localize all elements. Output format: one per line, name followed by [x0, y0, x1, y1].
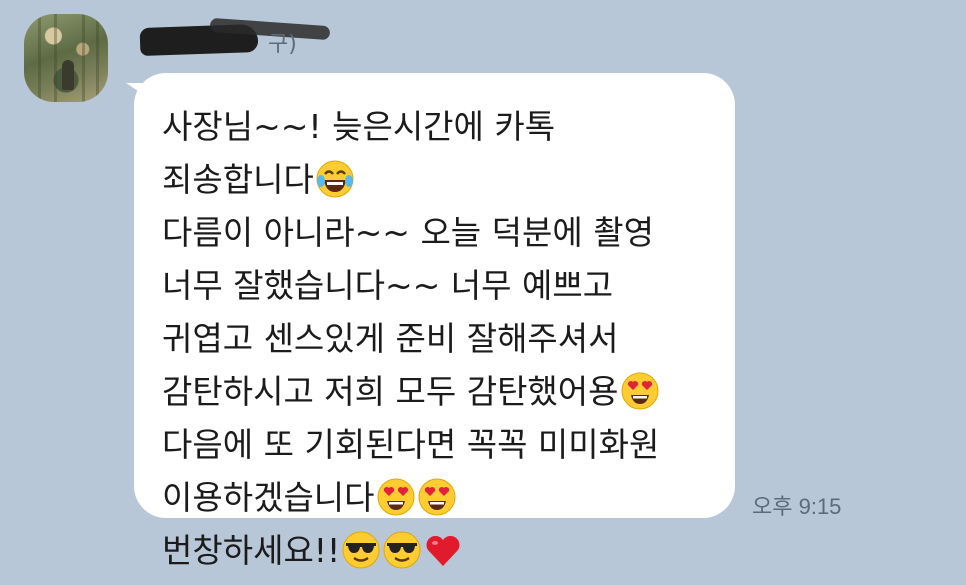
message-line: 이용하겠습니다	[162, 471, 735, 524]
message-line: 다름이 아니라~~ 오늘 덕분에 촬영	[162, 206, 735, 259]
heart-eyes-emoji	[620, 371, 660, 411]
message-line: 너무 잘했습니다~~ 너무 예쁘고	[162, 259, 735, 312]
avatar-detail	[82, 14, 85, 102]
message-line: 죄송합니다	[162, 153, 735, 206]
message-line: 귀엽고 센스있게 준비 잘해주셔서	[162, 312, 735, 365]
sunglasses-emoji	[382, 530, 422, 570]
message-line-text: 다름이 아니라~~ 오늘 덕분에 촬영	[162, 213, 654, 252]
avatar-figure	[62, 60, 74, 90]
message-line-text: 너무 잘했습니다~~ 너무 예쁘고	[162, 266, 614, 305]
avatar-detail	[54, 14, 57, 102]
sunglasses-emoji	[341, 530, 381, 570]
laugh-tears-emoji	[315, 159, 355, 199]
sender-name: 구)	[139, 17, 331, 57]
message-line-text: 이용하겠습니다	[162, 478, 375, 517]
message-line: 다음에 또 기회된다면 꼭꼭 미미화원	[162, 418, 735, 471]
message-bubble[interactable]: 사장님~~! 늦은시간에 카톡죄송합니다다름이 아니라~~ 오늘 덕분에 촬영너…	[126, 73, 735, 570]
message-line-text: 죄송합니다	[162, 160, 314, 199]
message-line-text: 다음에 또 기회된다면 꼭꼭 미미화원	[162, 425, 660, 464]
message-text: 사장님~~! 늦은시간에 카톡죄송합니다다름이 아니라~~ 오늘 덕분에 촬영너…	[162, 100, 735, 577]
avatar-detail	[96, 14, 99, 102]
avatar-detail	[38, 14, 41, 102]
heart-eyes-emoji	[417, 477, 457, 517]
sender-name-suffix: 구)	[268, 32, 297, 57]
message-timestamp: 오후 9:15	[752, 494, 842, 519]
message-line-text: 사장님~~! 늦은시간에 카톡	[162, 107, 556, 146]
message-line-text: 번창하세요!!	[162, 531, 341, 570]
red-heart-emoji	[423, 530, 463, 570]
sender-avatar[interactable]	[24, 14, 108, 102]
message-line-text: 감탄하시고 저희 모두 감탄했어용	[162, 372, 619, 411]
message-line: 사장님~~! 늦은시간에 카톡	[162, 100, 735, 153]
message-line: 감탄하시고 저희 모두 감탄했어용	[162, 365, 735, 418]
message-line-text: 귀엽고 센스있게 준비 잘해주셔서	[162, 319, 619, 358]
heart-eyes-emoji	[376, 477, 416, 517]
message-line: 번창하세요!!	[162, 524, 735, 577]
